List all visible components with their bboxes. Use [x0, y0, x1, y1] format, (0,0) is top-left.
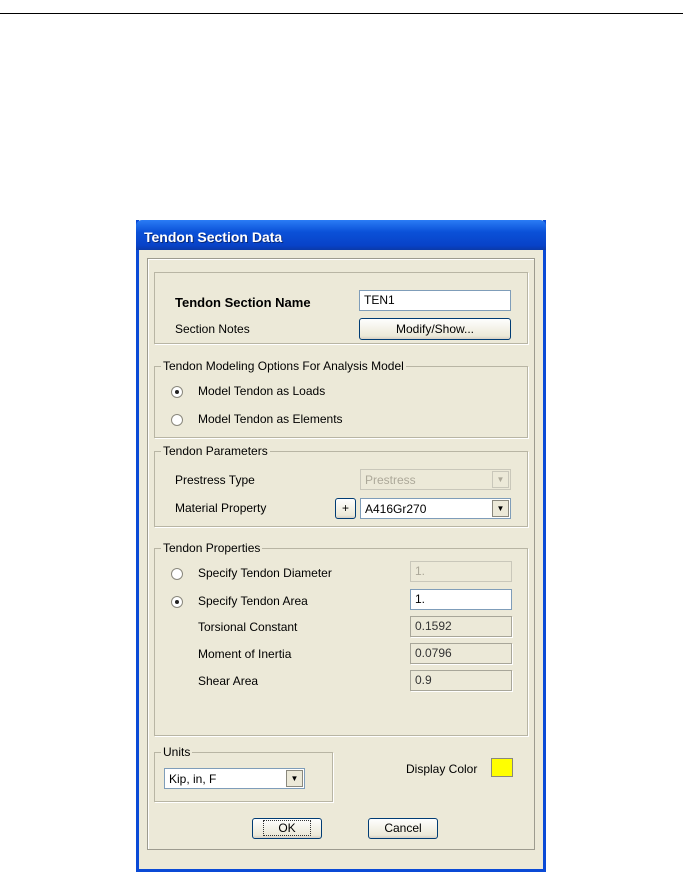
ok-button-label: OK [263, 820, 311, 836]
page-divider-line [0, 13, 683, 14]
section-notes-label: Section Notes [175, 322, 250, 336]
chevron-down-icon: ▼ [492, 471, 509, 488]
material-property-select[interactable]: A416Gr270 ▼ [360, 498, 511, 519]
modeling-options-group: Tendon Modeling Options For Analysis Mod… [154, 359, 528, 438]
shear-area-value: 0.9 [410, 670, 512, 691]
torsional-constant-label: Torsional Constant [198, 620, 298, 634]
prestress-type-label: Prestress Type [175, 473, 255, 487]
add-material-button[interactable]: + [335, 498, 356, 519]
units-value: Kip, in, F [169, 772, 217, 786]
ok-button[interactable]: OK [252, 818, 322, 839]
material-property-value: A416Gr270 [365, 502, 427, 516]
tendon-properties-group: Tendon Properties Specify Tendon Diamete… [154, 541, 528, 736]
section-name-group: Tendon Section Name TEN1 Section Notes M… [154, 272, 528, 344]
units-group: Units Kip, in, F ▼ [154, 745, 333, 802]
tendon-area-input[interactable]: 1. [410, 589, 512, 610]
prestress-type-select: Prestress ▼ [360, 469, 511, 490]
prestress-type-value: Prestress [365, 473, 416, 487]
model-as-elements-label[interactable]: Model Tendon as Elements [198, 412, 343, 426]
model-as-loads-radio[interactable] [171, 386, 183, 398]
torsional-constant-value: 0.1592 [410, 616, 512, 637]
tendon-properties-legend: Tendon Properties [161, 541, 263, 555]
units-select[interactable]: Kip, in, F ▼ [164, 768, 305, 789]
specify-area-radio[interactable] [171, 596, 183, 608]
model-as-elements-radio[interactable] [171, 414, 183, 426]
dialog-title: Tendon Section Data [136, 220, 546, 250]
units-legend: Units [161, 745, 193, 759]
section-name-input[interactable]: TEN1 [359, 290, 511, 311]
specify-area-label[interactable]: Specify Tendon Area [198, 594, 308, 608]
modeling-options-legend: Tendon Modeling Options For Analysis Mod… [161, 359, 406, 373]
moment-of-inertia-label: Moment of Inertia [198, 647, 292, 661]
specify-diameter-radio[interactable] [171, 568, 183, 580]
tendon-section-dialog: Tendon Section Data Tendon Section Name … [136, 220, 546, 872]
material-property-label: Material Property [175, 501, 267, 515]
model-as-loads-label[interactable]: Model Tendon as Loads [198, 384, 325, 398]
tendon-parameters-group: Tendon Parameters Prestress Type Prestre… [154, 444, 528, 527]
display-color-label: Display Color [406, 762, 478, 776]
moment-of-inertia-value: 0.0796 [410, 643, 512, 664]
cancel-button[interactable]: Cancel [368, 818, 438, 839]
section-name-label: Tendon Section Name [175, 295, 311, 310]
tendon-parameters-legend: Tendon Parameters [161, 444, 270, 458]
display-color-swatch[interactable] [491, 758, 513, 777]
tendon-diameter-input: 1. [410, 561, 512, 582]
chevron-down-icon[interactable]: ▼ [286, 770, 303, 787]
modify-show-button[interactable]: Modify/Show... [359, 318, 511, 340]
specify-diameter-label[interactable]: Specify Tendon Diameter [198, 566, 332, 580]
chevron-down-icon[interactable]: ▼ [492, 500, 509, 517]
shear-area-label: Shear Area [198, 674, 259, 688]
